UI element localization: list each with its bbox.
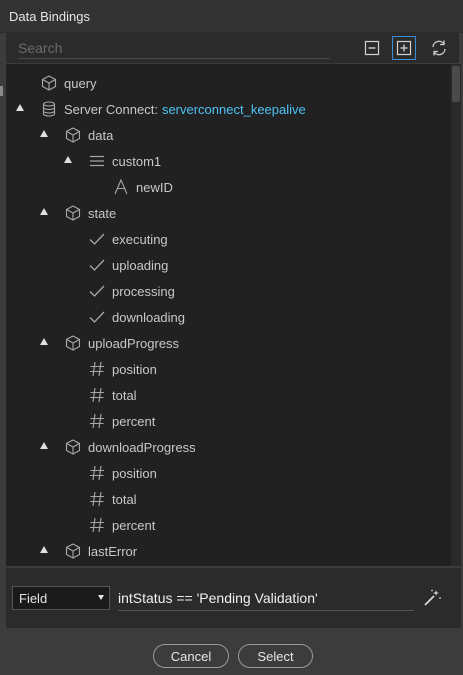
check-icon	[88, 308, 106, 326]
tree-item-label: downloadProgress	[88, 439, 196, 455]
expression-bar: Field intStatus == 'Pending Validation'	[6, 568, 461, 628]
expand-arrow[interactable]	[40, 208, 48, 215]
server-connect-name: serverconnect_keepalive	[161, 101, 306, 117]
tree-item-download-percent[interactable]: percent	[88, 515, 155, 535]
check-icon	[88, 282, 106, 300]
tree-scrollbar[interactable]	[451, 64, 461, 566]
tree-item-download-total[interactable]: total	[88, 489, 137, 509]
data-tree: query Server Connect: serverconnect_keep…	[6, 64, 451, 566]
tree-item-label: executing	[112, 231, 168, 247]
tree-item-label: state	[88, 205, 117, 221]
hash-icon	[88, 412, 106, 430]
tree-item-download-position[interactable]: position	[88, 463, 157, 483]
tree-item-label: query	[64, 75, 97, 91]
expand-arrow[interactable]	[40, 338, 48, 345]
select-button[interactable]: Select	[238, 644, 313, 668]
magic-wand-icon	[424, 589, 441, 606]
magic-wand-button[interactable]	[420, 586, 444, 610]
cube-icon	[64, 334, 82, 352]
tree-item-label: processing	[112, 283, 175, 299]
expand-arrow[interactable]	[40, 130, 48, 137]
tree-item-upload-position[interactable]: position	[88, 359, 157, 379]
tree-item-data[interactable]: data	[64, 125, 113, 145]
title-bar: Data Bindings	[0, 0, 463, 33]
tree-item-executing[interactable]: executing	[88, 229, 168, 249]
tree-item-label: downloading	[112, 309, 186, 325]
expression-input[interactable]: intStatus == 'Pending Validation'	[118, 586, 414, 611]
tree-item-uploadProgress[interactable]: uploadProgress	[64, 333, 179, 353]
server-connect-prefix: Server Connect:	[64, 101, 158, 117]
tree-item-newID[interactable]: newID	[112, 177, 173, 197]
tree-item-label: newID	[136, 179, 173, 195]
tree-item-label: position	[112, 361, 157, 377]
tree-item-server-connect[interactable]: Server Connect: serverconnect_keepalive	[40, 99, 306, 119]
tree-item-query[interactable]: query	[40, 73, 97, 93]
expand-arrow[interactable]	[40, 546, 48, 553]
cancel-button[interactable]: Cancel	[153, 644, 229, 668]
hash-icon	[88, 464, 106, 482]
expand-arrow[interactable]	[16, 104, 24, 111]
tree-item-label: percent	[112, 413, 156, 429]
tree-item-label: total	[112, 387, 137, 403]
window-title: Data Bindings	[9, 9, 90, 24]
tree-item-state[interactable]: state	[64, 203, 116, 223]
collapse-all-icon	[364, 40, 380, 56]
text-icon	[112, 178, 130, 196]
tree-item-processing[interactable]: processing	[88, 281, 175, 301]
expand-arrow[interactable]	[64, 156, 72, 163]
tree-item-label: data	[88, 127, 114, 143]
cube-icon	[64, 126, 82, 144]
tree-item-upload-total[interactable]: total	[88, 385, 137, 405]
hash-icon	[88, 360, 106, 378]
refresh-button[interactable]	[427, 36, 451, 60]
expand-all-button[interactable]	[392, 36, 416, 60]
tree-item-label: position	[112, 465, 157, 481]
tree-item-label: uploading	[112, 257, 169, 273]
collapse-all-button[interactable]	[360, 36, 384, 60]
type-select[interactable]: Field	[12, 586, 110, 610]
tree-item-label: custom1	[112, 153, 162, 169]
list-icon	[88, 152, 106, 170]
tree-item-label: total	[112, 491, 137, 507]
check-icon	[88, 230, 106, 248]
expand-all-icon	[396, 40, 412, 56]
cube-icon	[64, 204, 82, 222]
expand-arrow[interactable]	[40, 442, 48, 449]
refresh-icon	[432, 40, 446, 56]
chevron-down-icon	[98, 595, 104, 600]
tree-item-downloading[interactable]: downloading	[88, 307, 185, 327]
check-icon	[88, 256, 106, 274]
tree-item-label: lastError	[88, 543, 138, 559]
hash-icon	[88, 490, 106, 508]
search-toolbar	[6, 33, 459, 63]
type-select-value: Field	[19, 590, 48, 606]
tree-item-label: uploadProgress	[88, 335, 180, 351]
cube-icon	[64, 438, 82, 456]
scrollbar-thumb[interactable]	[452, 66, 460, 102]
tree-item-lastError[interactable]: lastError	[64, 541, 137, 561]
tree-item-uploading[interactable]: uploading	[88, 255, 168, 275]
left-edge-marker	[0, 86, 3, 96]
hash-icon	[88, 516, 106, 534]
tree-item-upload-percent[interactable]: percent	[88, 411, 155, 431]
expression-value: intStatus == 'Pending Validation'	[118, 590, 318, 606]
tree-item-label: percent	[112, 517, 156, 533]
hash-icon	[88, 386, 106, 404]
database-icon	[40, 100, 58, 118]
cube-icon	[64, 542, 82, 560]
tree-item-custom1[interactable]: custom1	[88, 151, 161, 171]
cube-icon	[40, 74, 58, 92]
search-input[interactable]	[18, 38, 330, 59]
tree-item-downloadProgress[interactable]: downloadProgress	[64, 437, 196, 457]
